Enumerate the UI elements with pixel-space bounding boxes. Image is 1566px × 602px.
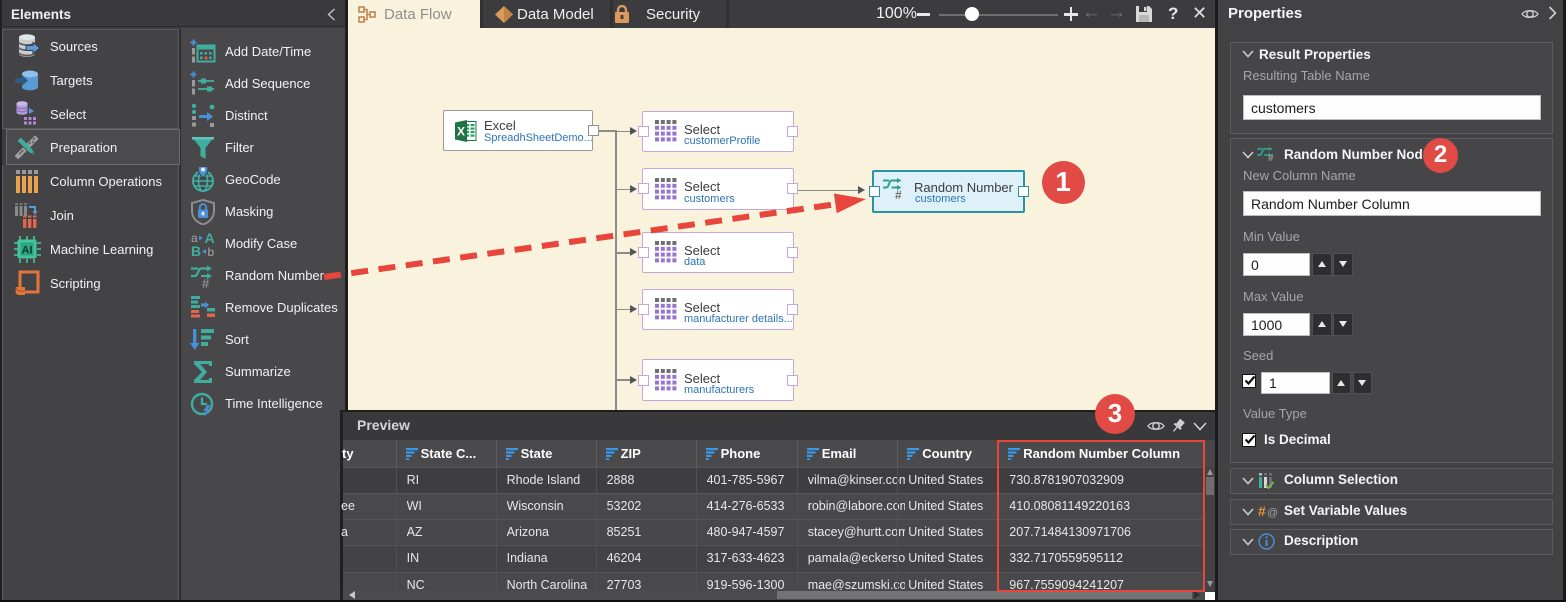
svg-text:#: # — [202, 276, 210, 289]
svg-text:AI: AI — [22, 245, 33, 257]
svg-text:b: b — [208, 245, 215, 257]
svg-text:X: X — [457, 124, 465, 138]
svg-text:B: B — [191, 243, 201, 257]
svg-text:A: A — [205, 231, 215, 246]
